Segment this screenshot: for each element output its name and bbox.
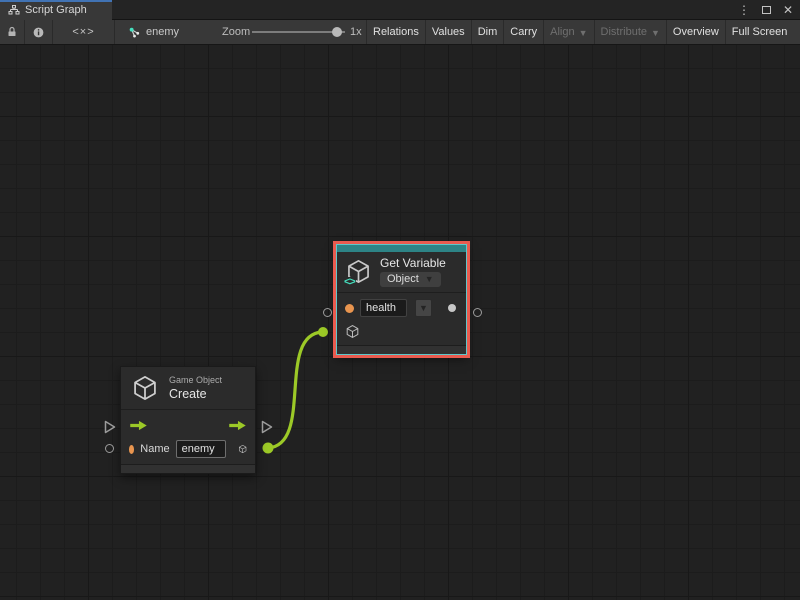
- value-output-dot[interactable]: [448, 304, 456, 312]
- tab-title: Script Graph: [25, 4, 87, 16]
- toolbar-button-label: Values: [432, 26, 465, 38]
- node-create-game-object[interactable]: Game Object Create Name: [120, 366, 256, 474]
- toolbar-button-relations[interactable]: Relations: [366, 20, 425, 44]
- node-header: Game Object Create: [121, 367, 255, 409]
- toolbar-button-label: Overview: [673, 26, 719, 38]
- window-menu-icon[interactable]: ⋮: [736, 1, 752, 19]
- titlebar: Script Graph ⋮ ✕: [0, 0, 800, 20]
- edit-source-button[interactable]: <×>: [53, 20, 115, 44]
- variable-cube-icon: <>: [345, 258, 372, 285]
- gameobject-output-icon[interactable]: [238, 441, 247, 457]
- value-output-port[interactable]: [473, 308, 482, 317]
- node-footer: [337, 345, 466, 354]
- toolbar-button-label: Relations: [373, 26, 419, 38]
- variable-scope-dropdown[interactable]: Object ▼: [380, 272, 441, 287]
- name-input-port[interactable]: [105, 444, 114, 453]
- node-category: Game Object: [169, 375, 222, 385]
- chevron-down-icon: ▼: [419, 304, 428, 313]
- zoom-value: 1x: [350, 20, 362, 44]
- toolbar-button-overview[interactable]: Overview: [666, 20, 725, 44]
- node-title: Create: [169, 387, 222, 401]
- code-brackets-icon: <×>: [72, 26, 94, 38]
- node-get-variable[interactable]: <> Get Variable Object ▼ ▼: [336, 244, 467, 355]
- gameobject-output-port-connected[interactable]: [263, 443, 274, 454]
- param-label: Name: [140, 443, 169, 455]
- toolbar-button-label: Full Screen: [732, 26, 788, 38]
- gameobject-cube-icon: [131, 374, 159, 402]
- variable-accent-bar: [337, 245, 466, 252]
- node-ports: Name: [121, 410, 255, 464]
- graph-node-icon: [128, 26, 141, 39]
- zoom-slider[interactable]: [252, 20, 345, 44]
- breadcrumb-graph-name: enemy: [146, 26, 179, 38]
- toolbar-button-label: Carry: [510, 26, 537, 38]
- lock-icon: [6, 26, 18, 38]
- zoom-label: Zoom: [222, 20, 250, 44]
- flow-out-arrow-icon[interactable]: [228, 420, 247, 431]
- zoom-slider-handle[interactable]: [332, 27, 342, 37]
- name-value-input[interactable]: [176, 440, 226, 458]
- toolbar-button-align[interactable]: Align ▼: [543, 20, 593, 44]
- toolbar-button-carry[interactable]: Carry: [503, 20, 543, 44]
- toolbar-button-full-screen[interactable]: Full Screen: [725, 20, 794, 44]
- node-title: Get Variable: [380, 256, 446, 270]
- toolbar-button-values[interactable]: Values: [425, 20, 471, 44]
- flow-in-arrow-icon[interactable]: [129, 420, 148, 431]
- toolbar-button-label: Align: [550, 26, 574, 38]
- gameobject-input-icon[interactable]: [345, 324, 360, 339]
- code-brackets-icon: <>: [343, 277, 356, 288]
- chevron-down-icon: ▼: [425, 275, 434, 284]
- node-footer: [121, 464, 255, 473]
- node-ports: ▼: [337, 293, 466, 345]
- close-icon[interactable]: ✕: [780, 1, 796, 19]
- graph-canvas[interactable]: <> Get Variable Object ▼ ▼: [0, 45, 800, 600]
- name-input-dot[interactable]: [129, 445, 134, 454]
- toolbar-button-label: Dim: [478, 26, 498, 38]
- chevron-down-icon: ▼: [579, 28, 588, 38]
- window-controls: ⋮ ✕: [736, 0, 796, 20]
- toolbar: <×> enemy Zoom 1x Relations Values Dim Carr…: [0, 20, 800, 45]
- graph-hierarchy-icon: [8, 4, 20, 16]
- maximize-glyph: [762, 6, 771, 14]
- gameobject-input-port-connected[interactable]: [318, 327, 328, 337]
- variable-name-input[interactable]: [360, 299, 407, 317]
- name-input-dot[interactable]: [345, 304, 354, 313]
- toolbar-button-label: Distribute: [601, 26, 647, 38]
- info-button[interactable]: [25, 20, 53, 44]
- flow-input-port[interactable]: [104, 420, 116, 434]
- breadcrumb[interactable]: enemy: [128, 20, 179, 44]
- maximize-icon[interactable]: [758, 1, 774, 19]
- script-graph-window: Script Graph ⋮ ✕ <×> enemy Zoom: [0, 0, 800, 600]
- info-icon: [32, 26, 45, 39]
- connection-wire[interactable]: [268, 332, 322, 448]
- tab-script-graph[interactable]: Script Graph: [0, 0, 112, 20]
- lock-button[interactable]: [0, 20, 25, 44]
- toolbar-buttons: Relations Values Dim Carry Align ▼ Distribute ▼…: [366, 20, 800, 44]
- chevron-down-icon: ▼: [651, 28, 660, 38]
- flow-output-port[interactable]: [261, 420, 273, 434]
- toolbar-button-distribute[interactable]: Distribute ▼: [594, 20, 666, 44]
- variable-scope-label: Object: [387, 273, 419, 285]
- variable-name-dropdown-button[interactable]: ▼: [415, 299, 432, 317]
- toolbar-button-dim[interactable]: Dim: [471, 20, 504, 44]
- node-header: <> Get Variable Object ▼: [337, 252, 466, 292]
- name-input-port[interactable]: [323, 308, 332, 317]
